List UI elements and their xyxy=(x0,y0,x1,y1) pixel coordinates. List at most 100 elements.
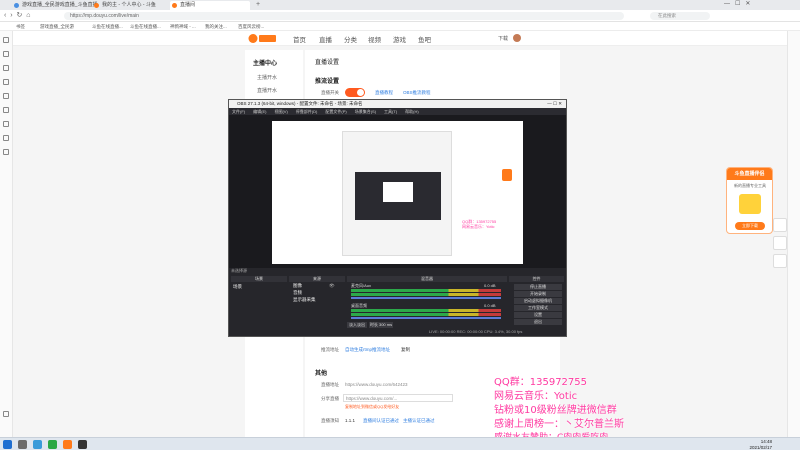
download-icon[interactable] xyxy=(3,65,9,71)
overlay-line-music: 网易云音乐：Yotic xyxy=(494,391,578,402)
url-input[interactable]: https://mp.douyu.com/live/main xyxy=(64,12,624,20)
search-icon[interactable] xyxy=(3,79,9,85)
volume-slider[interactable] xyxy=(351,317,501,319)
volume-slider[interactable] xyxy=(351,297,501,299)
obs-menu-item[interactable]: 场景集合(S) xyxy=(355,108,376,115)
audio-meter xyxy=(351,289,501,292)
home-icon[interactable]: ⌂ xyxy=(26,12,30,19)
search-input[interactable]: 在此搜索 xyxy=(650,12,710,20)
nav-live[interactable]: 直播 xyxy=(319,34,332,44)
transition-duration[interactable]: 时长 300 ms xyxy=(369,322,393,328)
obs-menu-item[interactable]: 配置文件(P) xyxy=(325,108,346,115)
nested-window xyxy=(383,182,413,202)
nav-home[interactable]: 首页 xyxy=(293,34,306,44)
douyu-taskbar-icon[interactable] xyxy=(63,440,72,449)
obs-window-controls[interactable]: — ☐ ✕ xyxy=(547,100,562,108)
obs-menu-item[interactable]: 帮助(H) xyxy=(405,108,419,115)
sidebar-title: 主播中心 xyxy=(253,61,278,67)
nav-category[interactable]: 分类 xyxy=(344,34,357,44)
wechat-taskbar-icon[interactable] xyxy=(48,440,57,449)
notice-link[interactable]: 直播间认证已通过 xyxy=(363,418,399,424)
browser-taskbar-icon[interactable] xyxy=(33,440,42,449)
reload-icon[interactable]: ↻ xyxy=(16,12,22,19)
push-url-label: 推流地址 xyxy=(321,347,339,352)
clock-date: 2021/02/17 xyxy=(749,444,772,450)
stop-streaming-button[interactable]: 停止直播 xyxy=(514,284,562,290)
obs-title: OBS 27.1.3 (64-bit, windows) - 配置文件: 未命名… xyxy=(237,101,363,106)
start-icon[interactable] xyxy=(3,440,12,449)
float-share-icon[interactable] xyxy=(773,218,787,232)
obs-menu-item[interactable]: 文件(F) xyxy=(232,108,245,115)
avatar[interactable] xyxy=(513,34,521,42)
scene-item[interactable]: 场景 xyxy=(233,284,242,290)
close-icon[interactable]: ✕ xyxy=(745,1,750,7)
bookmark-item[interactable]: 我的关注... xyxy=(205,22,227,31)
obs-menu-item[interactable]: 停靠部件(D) xyxy=(296,108,318,115)
bookmark-item[interactable]: 神鸦神域 - ... xyxy=(170,22,196,31)
mail-icon[interactable] xyxy=(3,135,9,141)
tutorial-link[interactable]: 直播教程 xyxy=(375,90,393,96)
back-icon[interactable]: ‹ xyxy=(4,12,6,19)
settings-button[interactable]: 设置 xyxy=(514,312,562,318)
exit-button[interactable]: 退出 xyxy=(514,319,562,325)
forward-icon[interactable]: › xyxy=(10,12,12,19)
source-item[interactable]: 图像 xyxy=(293,283,302,289)
browser-tab[interactable]: 我的主 - 个人中心 - 斗鱼 xyxy=(92,1,174,10)
download-link[interactable]: 下载 xyxy=(498,35,508,42)
chat-icon[interactable] xyxy=(3,121,9,127)
search-taskbar-icon[interactable] xyxy=(18,440,27,449)
system-clock[interactable]: 14:48 2021/02/17 xyxy=(749,439,772,450)
bookmark-item[interactable]: 百度风云榜... xyxy=(238,22,264,31)
obs-menu-item[interactable]: 工具(T) xyxy=(384,108,397,115)
obs-menu-item[interactable]: 视图(V) xyxy=(274,108,287,115)
obs-taskbar-icon[interactable] xyxy=(78,440,87,449)
source-item[interactable]: 音频 xyxy=(293,290,302,296)
start-recording-button[interactable]: 开始录制 xyxy=(514,291,562,297)
obs-menu-item[interactable]: 编辑(E) xyxy=(253,108,266,115)
new-tab-icon[interactable]: + xyxy=(256,1,260,8)
douyu-logo[interactable] xyxy=(248,33,278,44)
settings-icon[interactable] xyxy=(3,411,9,417)
copy-button[interactable]: 复制 xyxy=(401,347,410,353)
source-item[interactable]: 显示器采集 xyxy=(293,297,316,303)
maximize-icon[interactable]: ☐ xyxy=(735,1,740,7)
audio-meter xyxy=(351,313,501,316)
transition-fade[interactable]: 淡入淡出 xyxy=(347,322,367,328)
nav-fishbar[interactable]: 鱼吧 xyxy=(418,34,431,44)
visibility-eye-icon[interactable]: 👁 xyxy=(329,283,335,289)
float-top-icon[interactable] xyxy=(773,236,787,250)
bookmark-item[interactable]: 游戏直播_全民游 xyxy=(40,22,74,31)
bookmark-sidebar-icon[interactable] xyxy=(3,37,9,43)
site-favicon-icon xyxy=(14,3,19,8)
sidebar-item[interactable]: 主播开水 xyxy=(257,74,277,81)
obs-window[interactable]: OBS 27.1.3 (64-bit, windows) - 配置文件: 未命名… xyxy=(228,99,567,337)
obs-preview-canvas[interactable]: QQ群：135972755 网易云音乐：Yotic xyxy=(272,121,523,264)
nav-video[interactable]: 视频 xyxy=(368,34,381,44)
bookmarks-bar: 书签 游戏直播_全民游 斗鱼在线直播... 斗鱼在线直播... 神鸦神域 - .… xyxy=(0,22,800,31)
minimize-icon[interactable]: — xyxy=(724,1,730,7)
game-icon[interactable] xyxy=(3,149,9,155)
notice-link-2[interactable]: 主播认证已通过 xyxy=(403,418,435,424)
share-url-field[interactable]: https://www.douyu.com/... xyxy=(343,394,453,402)
live-toggle[interactable] xyxy=(345,88,365,97)
virtual-camera-button[interactable]: 启动虚拟摄像机 xyxy=(514,298,562,304)
companion-promo-card[interactable]: 斗鱼直播伴侣 新的直播专业工具 立即下载 xyxy=(726,167,773,234)
other-title: 其他 xyxy=(315,371,328,377)
bookmark-item[interactable]: 书签 xyxy=(16,22,25,31)
nav-game[interactable]: 游戏 xyxy=(393,34,406,44)
obs-tutorial-link[interactable]: OBS推流教程 xyxy=(403,90,431,96)
browser-tab-active[interactable]: 直播间 xyxy=(170,1,250,10)
nav-controls: ‹ › ↻ ⌂ xyxy=(4,11,30,19)
float-feedback-icon[interactable] xyxy=(773,254,787,268)
history-icon[interactable] xyxy=(3,51,9,57)
share-label: 分享直播 xyxy=(321,396,339,401)
toggle-label: 直播开关 xyxy=(321,90,339,95)
bookmark-item[interactable]: 斗鱼在线直播... xyxy=(92,22,123,31)
push-url-link[interactable]: 自动生成rtmp推流地址 xyxy=(345,347,390,353)
promo-download-button[interactable]: 立即下载 xyxy=(735,222,765,230)
bookmark-item[interactable]: 斗鱼在线直播... xyxy=(130,22,161,31)
studio-mode-button[interactable]: 工作室模式 xyxy=(514,305,562,311)
sidebar-item[interactable]: 直播开水 xyxy=(257,87,277,94)
note-icon[interactable] xyxy=(3,107,9,113)
extension-icon[interactable] xyxy=(3,93,9,99)
